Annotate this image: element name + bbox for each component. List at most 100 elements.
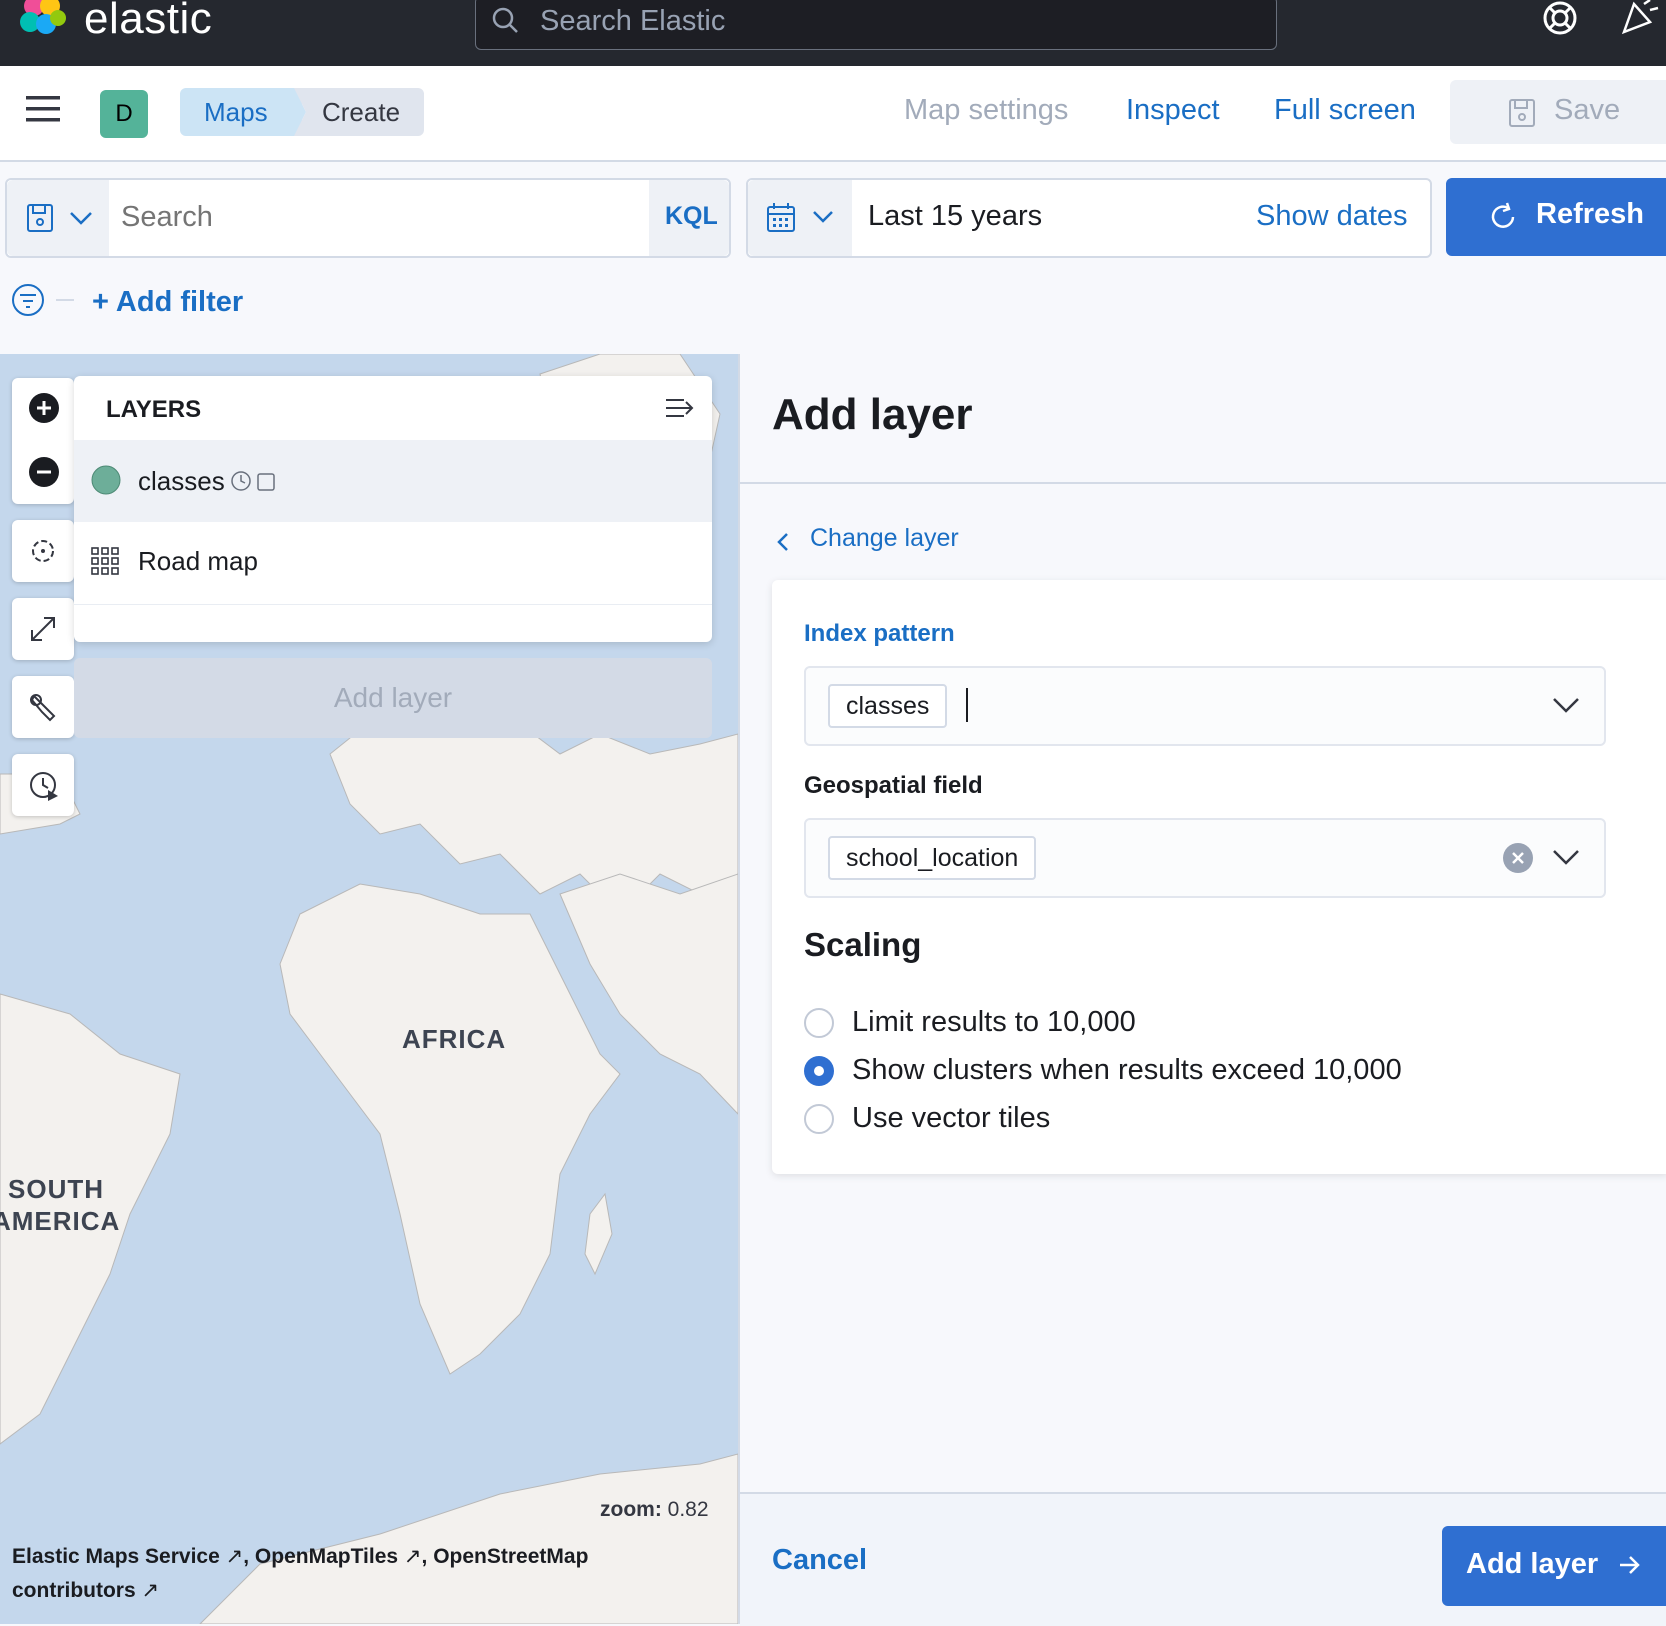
menu-icon[interactable] bbox=[26, 94, 62, 124]
app-nav-bar: D Maps Create Map settings Inspect Full … bbox=[0, 66, 1666, 162]
timeslider-button[interactable] bbox=[12, 754, 74, 816]
radio-limit[interactable] bbox=[804, 1008, 834, 1038]
chevron-down-icon bbox=[1553, 850, 1579, 865]
breadcrumb-create-label: Create bbox=[322, 97, 401, 127]
layer-swatch-icon bbox=[91, 465, 121, 495]
radio-vector-tiles[interactable] bbox=[804, 1104, 834, 1134]
add-layer-map-label: Add layer bbox=[333, 682, 453, 713]
calendar-icon bbox=[767, 203, 795, 232]
query-language-label: KQL bbox=[665, 202, 718, 230]
index-pattern-value: classes bbox=[846, 692, 930, 720]
global-filter-icon bbox=[257, 473, 275, 491]
saved-query-button[interactable] bbox=[7, 180, 109, 256]
search-icon bbox=[492, 7, 518, 33]
external-link-icon: ↗ bbox=[225, 1545, 244, 1568]
show-dates-link[interactable]: Show dates bbox=[1256, 200, 1408, 233]
news-feed-icon[interactable] bbox=[1620, 0, 1660, 36]
external-link-icon: ↗ bbox=[141, 1579, 160, 1602]
add-layer-label: Add layer bbox=[1466, 1548, 1599, 1580]
attribution-link-openmaptiles[interactable]: OpenMapTiles bbox=[255, 1545, 398, 1568]
attribution-link-ems[interactable]: Elastic Maps Service bbox=[12, 1545, 220, 1568]
scaling-option-label: Use vector tiles bbox=[852, 1102, 1051, 1134]
crosshairs-icon bbox=[32, 540, 54, 562]
flyout-footer: Cancel Add layer bbox=[740, 1492, 1666, 1626]
map-attribution: Elastic Maps Service ↗, OpenMapTiles ↗, … bbox=[12, 1545, 589, 1602]
zoom-controls bbox=[12, 378, 74, 504]
scaling-option-limit[interactable]: Limit results to 10,000 bbox=[804, 1004, 1564, 1044]
space-avatar[interactable]: D bbox=[100, 90, 148, 138]
saved-query-icon bbox=[27, 204, 53, 232]
flyout-header-divider bbox=[740, 482, 1666, 484]
zoom-in-icon[interactable] bbox=[28, 392, 60, 424]
attribution-link-osm[interactable]: OpenStreetMap bbox=[433, 1545, 588, 1568]
refresh-icon bbox=[1491, 202, 1515, 228]
index-pattern-combobox[interactable]: classes bbox=[804, 666, 1606, 746]
cancel-button[interactable]: Cancel bbox=[772, 1544, 867, 1577]
refresh-label: Refresh bbox=[1536, 198, 1644, 230]
arrow-right-icon bbox=[1620, 1556, 1640, 1574]
expand-icon bbox=[31, 617, 55, 641]
geo-field-combobox[interactable]: school_location bbox=[804, 818, 1606, 898]
time-range-label[interactable]: Last 15 years bbox=[868, 200, 1042, 233]
fit-to-data-button[interactable] bbox=[12, 598, 74, 660]
geo-field-label: Geospatial field bbox=[804, 772, 983, 799]
help-icon[interactable] bbox=[1542, 0, 1578, 36]
inspect-link[interactable]: Inspect bbox=[1126, 94, 1220, 127]
map-label-africa: AFRICA bbox=[402, 1024, 507, 1054]
grid-icon bbox=[91, 547, 119, 575]
breadcrumb-maps-label: Maps bbox=[204, 97, 268, 127]
map-label-south: SOUTH bbox=[8, 1174, 104, 1204]
map-settings-link[interactable]: Map settings bbox=[904, 94, 1068, 127]
zoom-readout-label: zoom: bbox=[600, 1498, 662, 1521]
query-search-bar: KQL bbox=[5, 178, 731, 258]
chevron-down-icon bbox=[1553, 698, 1579, 713]
geo-field-pill: school_location bbox=[828, 836, 1037, 880]
tools-button[interactable] bbox=[12, 676, 74, 738]
map-canvas[interactable]: AFRICA SOUTH AMERICA LAYERS classes Road… bbox=[0, 354, 738, 1624]
attribution-link-contributors[interactable]: contributors bbox=[12, 1579, 136, 1602]
elastic-logo-icon[interactable] bbox=[18, 0, 68, 40]
layer-label: Road map bbox=[138, 546, 258, 576]
add-layer-button[interactable]: Add layer bbox=[1442, 1526, 1666, 1606]
space-initial: D bbox=[115, 100, 133, 127]
set-view-button[interactable] bbox=[12, 520, 74, 582]
zoom-readout: zoom: 0.82 bbox=[600, 1498, 709, 1522]
radio-clusters-selected[interactable] bbox=[804, 1056, 834, 1086]
scaling-title: Scaling bbox=[804, 926, 922, 963]
clock-play-icon bbox=[30, 772, 58, 801]
filter-icon[interactable] bbox=[10, 282, 46, 318]
time-filter-icon bbox=[231, 471, 251, 491]
date-picker: Last 15 years Show dates bbox=[746, 178, 1432, 258]
refresh-button[interactable]: Refresh bbox=[1446, 178, 1666, 256]
filter-divider bbox=[56, 299, 74, 301]
quick-date-button[interactable] bbox=[748, 180, 852, 256]
scaling-option-clusters[interactable]: Show clusters when results exceed 10,000 bbox=[804, 1052, 1564, 1092]
brand-name: elastic bbox=[84, 0, 213, 43]
index-pattern-label: Index pattern bbox=[804, 620, 955, 647]
wrench-icon bbox=[30, 694, 56, 722]
layers-title: LAYERS bbox=[106, 396, 202, 423]
save-label: Save bbox=[1554, 94, 1621, 126]
zoom-out-icon[interactable] bbox=[28, 456, 60, 488]
add-filter-link[interactable]: + Add filter bbox=[92, 286, 243, 319]
zoom-readout-value: 0.82 bbox=[667, 1498, 709, 1521]
text-cursor bbox=[966, 688, 968, 722]
geo-field-value: school_location bbox=[846, 844, 1019, 872]
collapse-panel-icon[interactable] bbox=[664, 396, 696, 420]
change-layer-label: Change layer bbox=[810, 524, 959, 552]
add-layer-flyout: Add layer Change layer Index pattern cla… bbox=[738, 354, 1666, 1626]
save-button[interactable]: Save bbox=[1450, 80, 1666, 144]
query-search-input[interactable] bbox=[119, 194, 603, 240]
full-screen-link[interactable]: Full screen bbox=[1274, 94, 1416, 127]
global-search-input[interactable]: Search Elastic bbox=[475, 0, 1277, 50]
layer-settings-card: Index pattern classes Geospatial field s… bbox=[772, 580, 1666, 1174]
chevron-down-icon bbox=[70, 212, 92, 225]
layer-row-classes[interactable]: classes bbox=[74, 440, 712, 522]
flyout-title: Add layer bbox=[772, 390, 973, 439]
save-icon bbox=[1509, 99, 1535, 127]
scaling-option-label: Limit results to 10,000 bbox=[852, 1006, 1136, 1038]
scaling-option-vector-tiles[interactable]: Use vector tiles bbox=[804, 1100, 1564, 1140]
clear-icon[interactable] bbox=[1502, 842, 1534, 874]
query-language-button[interactable]: KQL bbox=[649, 180, 729, 256]
layer-row-road-map[interactable]: Road map bbox=[74, 522, 712, 605]
